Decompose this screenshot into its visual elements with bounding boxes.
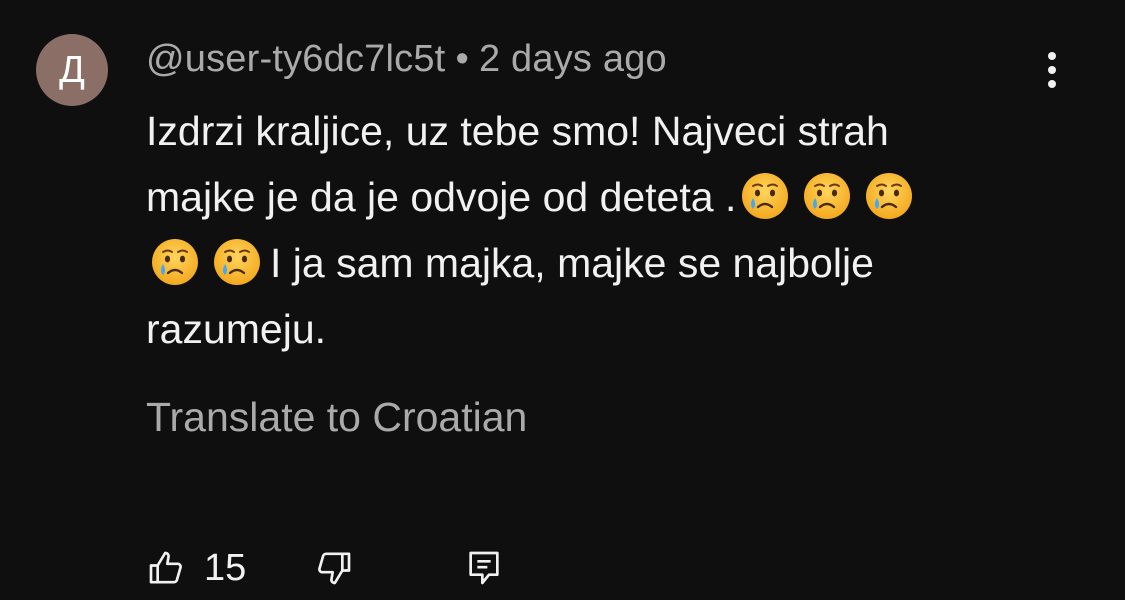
crying-face-icon [152, 239, 198, 286]
crying-face-icon [804, 173, 851, 220]
reply-comment-icon [469, 551, 499, 585]
comment-line-2: majke je da je odvoje od deteta . [146, 164, 1046, 230]
comment-line-3: I ja sam majka, majke se najbolje [146, 230, 1046, 296]
translate-button[interactable]: Translate to Croatian [146, 394, 527, 441]
meta-separator: • [455, 38, 469, 80]
comment-line-3-text: I ja sam majka, majke se najbolje [270, 240, 874, 286]
more-vertical-icon [1048, 52, 1056, 88]
avatar-letter: Д [59, 48, 85, 91]
like-count: 15 [204, 546, 247, 589]
avatar[interactable]: Д [36, 34, 108, 106]
author-handle[interactable]: @user-ty6dc7lc5t [146, 38, 445, 80]
comment-line-2-text: majke je da je odvoje od deteta . [146, 174, 737, 220]
thumbs-up-icon [149, 551, 182, 584]
thumbs-down-icon [318, 552, 351, 585]
comment-timestamp: 2 days ago [478, 38, 667, 80]
crying-face-icon [866, 173, 913, 220]
like-button[interactable]: 15 [146, 540, 246, 596]
comment-line-1: Izdrzi kraljice, uz tebe smo! Najveci st… [146, 108, 889, 154]
comment-thread-item: Д @user-ty6dc7lc5t • 2 days ago Izdrzi kra… [0, 0, 1125, 600]
comment-text: Izdrzi kraljice, uz tebe smo! Najveci st… [146, 98, 1046, 362]
comment-header: @user-ty6dc7lc5t • 2 days ago [146, 38, 667, 81]
crying-face-icon [742, 173, 789, 220]
crying-face-icon [214, 239, 260, 286]
comment-line-4: razumeju. [146, 306, 327, 352]
more-options-button[interactable] [1030, 46, 1074, 94]
reply-button[interactable] [464, 540, 504, 596]
dislike-button[interactable] [314, 540, 354, 596]
